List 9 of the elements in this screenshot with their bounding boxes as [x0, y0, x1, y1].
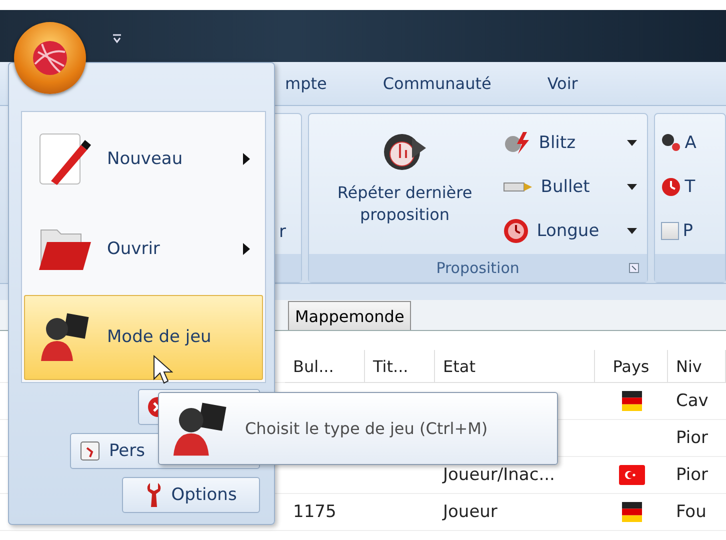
ribbon-label: r — [279, 222, 286, 242]
table-cell: Cav — [668, 383, 726, 420]
table-cell: Fou — [668, 494, 726, 531]
table-cell: 1175 — [285, 494, 365, 531]
table-cell: Joueur — [435, 494, 595, 531]
table-cell: Pior — [668, 420, 726, 457]
tooltip-text: Choisit le type de jeu (Ctrl+M) — [245, 419, 488, 438]
table-cell: Pior — [668, 457, 726, 494]
group-title: Proposition — [436, 259, 520, 277]
